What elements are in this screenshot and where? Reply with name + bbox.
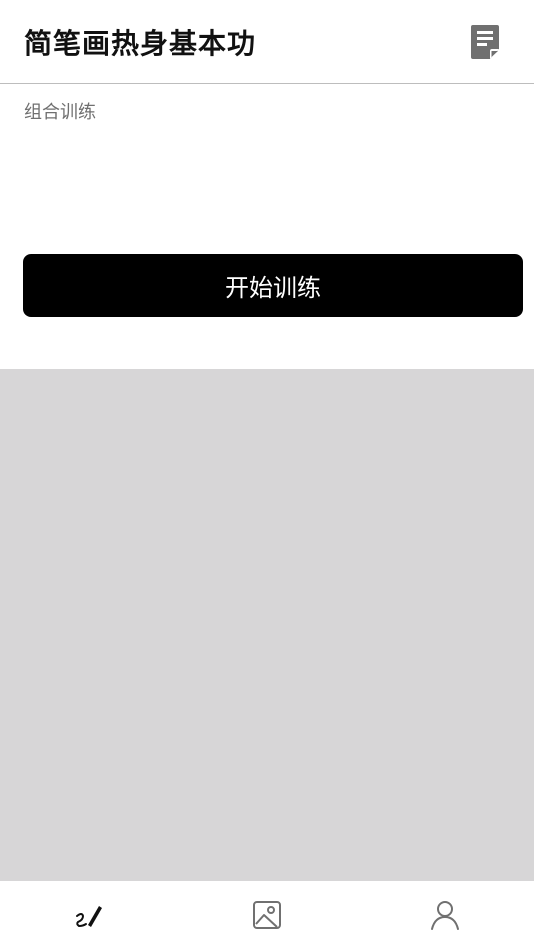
content-area [0, 369, 534, 881]
bottom-tab-bar [0, 881, 534, 949]
brush-icon [76, 906, 102, 928]
tab-gallery[interactable] [178, 881, 356, 949]
tab-draw[interactable] [0, 881, 178, 949]
section-label: 组合训练 [24, 102, 96, 123]
header-bar: 简笔画热身基本功 [0, 0, 534, 84]
start-training-button[interactable]: 开始训练 [23, 254, 523, 317]
app-root: 简笔画热身基本功 组合训练 开始训练 [0, 0, 534, 949]
document-icon[interactable] [470, 24, 500, 60]
image-icon [253, 901, 281, 929]
user-icon [431, 901, 459, 930]
page-title: 简笔画热身基本功 [24, 27, 257, 60]
tab-profile[interactable] [356, 881, 534, 949]
